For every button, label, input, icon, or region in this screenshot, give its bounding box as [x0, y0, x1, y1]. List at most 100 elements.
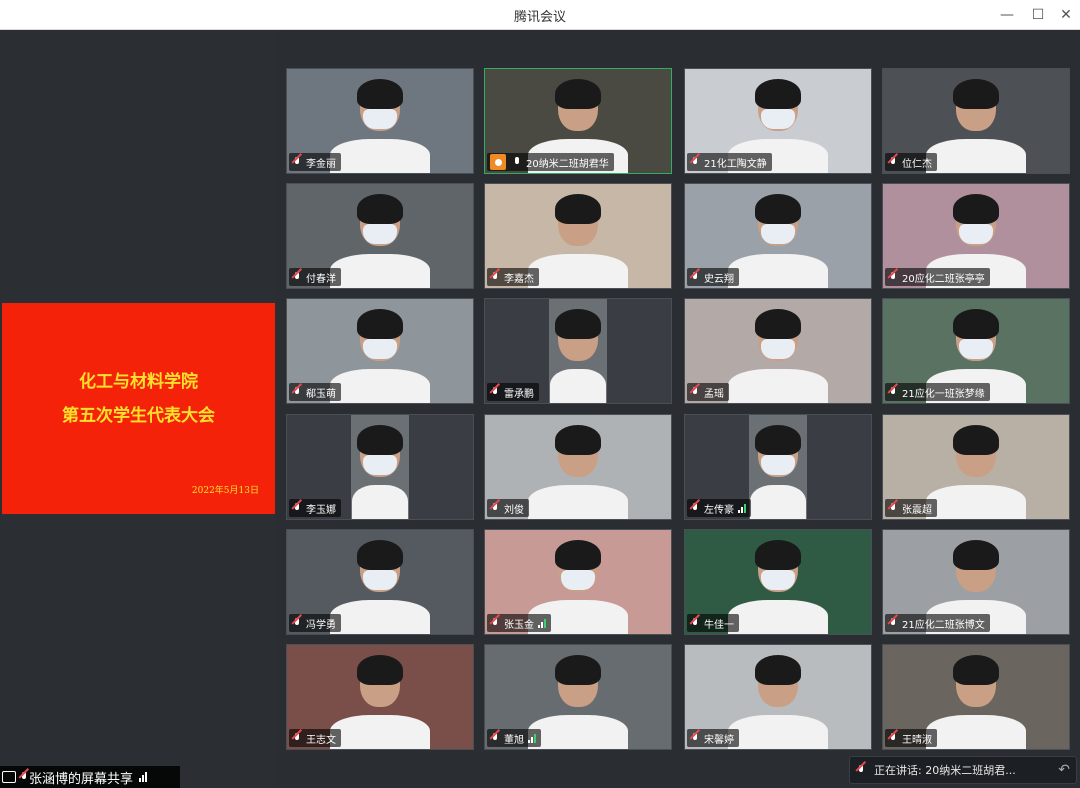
participant-video-tile[interactable]: 张震超: [882, 414, 1070, 520]
participant-body: [926, 485, 1026, 519]
participant-video-tile[interactable]: 21化工陶文静: [684, 68, 872, 174]
speaking-indicator[interactable]: 正在讲话: 20纳米二班胡君... ↶: [849, 756, 1077, 784]
participant-video-tile[interactable]: 史云翔: [684, 183, 872, 289]
participant-video-tile[interactable]: 刘俊: [484, 414, 672, 520]
participant-name: 李金丽: [306, 158, 336, 170]
mic-muted-icon: [690, 156, 700, 168]
participant-name: 20纳米二班胡君华: [526, 158, 609, 170]
participant-video-tile[interactable]: 牛佳一: [684, 529, 872, 635]
mic-muted-icon: [490, 386, 500, 398]
participant-name-label: 王晴淑: [885, 729, 937, 747]
face-mask: [363, 570, 397, 590]
participant-name-label: 左传豪: [687, 499, 751, 517]
maximize-button[interactable]: ☐: [1027, 4, 1049, 26]
participant-name: 宋馨婷: [704, 734, 734, 746]
participant-body: [728, 715, 828, 749]
face-mask: [363, 109, 397, 129]
participant-hair: [357, 194, 403, 224]
participant-body: [728, 254, 828, 288]
participant-name: 雷承鹏: [504, 388, 534, 400]
participant-hair: [953, 425, 999, 455]
participant-video-tile[interactable]: 宋馨婷: [684, 644, 872, 750]
participant-video-tile[interactable]: 王晴淑: [882, 644, 1070, 750]
participant-name-label: 郗玉萌: [289, 383, 341, 401]
mic-muted-icon: [888, 156, 898, 168]
participant-body: [330, 139, 430, 173]
participant-video-tile[interactable]: 张玉金: [484, 529, 672, 635]
participant-video-tile[interactable]: 20应化二班张亭亭: [882, 183, 1070, 289]
mic-muted-icon: [292, 732, 302, 744]
participant-hair: [755, 425, 801, 455]
face-mask: [363, 224, 397, 244]
participant-video-tile[interactable]: 王志文: [286, 644, 474, 750]
participant-video-tile[interactable]: 20纳米二班胡君华: [484, 68, 672, 174]
mic-muted-icon: [888, 732, 898, 744]
screen-share-label[interactable]: 张涵博的屏幕共享: [0, 766, 180, 788]
mic-muted-icon: [490, 271, 500, 283]
participant-name: 董旭: [504, 734, 524, 746]
participant-video-tile[interactable]: 冯学勇: [286, 529, 474, 635]
participant-hair: [555, 309, 601, 339]
participant-body: [330, 715, 430, 749]
speaking-text: 正在讲话: 20纳米二班胡君...: [874, 764, 1016, 777]
face-mask: [761, 224, 795, 244]
participant-name: 刘俊: [504, 504, 524, 516]
participant-name-label: 史云翔: [687, 268, 739, 286]
participant-video-tile[interactable]: 李金丽: [286, 68, 474, 174]
participant-hair: [555, 79, 601, 109]
participant-video-tile[interactable]: 李玉娜: [286, 414, 474, 520]
participant-name-label: 牛佳一: [687, 614, 739, 632]
audio-level-icon: [538, 618, 546, 628]
slide-title-line-2: 第五次学生代表大会: [62, 406, 215, 426]
participant-name: 左传豪: [704, 504, 734, 516]
participant-body: [926, 139, 1026, 173]
participant-hair: [953, 79, 999, 109]
mic-muted-icon: [690, 502, 700, 514]
participant-body: [728, 369, 828, 403]
participant-video-tile[interactable]: 21应化二班张博文: [882, 529, 1070, 635]
participant-video-tile[interactable]: 董旭: [484, 644, 672, 750]
mic-muted-icon: [888, 502, 898, 514]
participant-name: 王晴淑: [902, 734, 932, 746]
minimize-button[interactable]: —: [996, 4, 1018, 26]
participant-name: 史云翔: [704, 273, 734, 285]
undo-arrow-icon[interactable]: ↶: [1058, 762, 1070, 778]
participant-video-tile[interactable]: 左传豪: [684, 414, 872, 520]
participant-name-label: 李嘉杰: [487, 268, 539, 286]
participant-video-tile[interactable]: 郗玉萌: [286, 298, 474, 404]
close-button[interactable]: ✕: [1055, 4, 1077, 26]
participant-name-label: 21应化二班张博文: [885, 614, 990, 632]
participant-name-label: 张玉金: [487, 614, 551, 632]
participant-body: [550, 369, 606, 403]
host-icon: [490, 154, 506, 170]
participant-body: [528, 485, 628, 519]
participant-video-tile[interactable]: 李嘉杰: [484, 183, 672, 289]
participant-name-label: 付春洋: [289, 268, 341, 286]
participant-name: 21应化二班张博文: [902, 619, 985, 631]
participant-hair: [357, 540, 403, 570]
participant-video-tile[interactable]: 21应化一班张梦缘: [882, 298, 1070, 404]
mic-muted-icon: [490, 732, 500, 744]
participant-video-tile[interactable]: 孟瑶: [684, 298, 872, 404]
face-mask: [761, 109, 795, 129]
face-mask: [959, 339, 993, 359]
mic-muted-icon: [888, 617, 898, 629]
face-mask: [363, 339, 397, 359]
slide-title-line-1: 化工与材料学院: [79, 372, 198, 392]
participant-video-tile[interactable]: 雷承鹏: [484, 298, 672, 404]
participant-hair: [953, 655, 999, 685]
video-grid: 李金丽 20纳米二班胡君华 21化工陶文静 位仁杰付春洋 李嘉杰 史云翔 20应化二班张亭亭…: [277, 30, 1080, 788]
participant-name-label: 李金丽: [289, 153, 341, 171]
participant-hair: [555, 194, 601, 224]
mic-muted-icon: [292, 386, 302, 398]
participant-video-tile[interactable]: 位仁杰: [882, 68, 1070, 174]
participant-hair: [555, 655, 601, 685]
participant-name-label: 王志文: [289, 729, 341, 747]
mic-muted-icon: [490, 617, 500, 629]
screen-share-icon: [2, 771, 16, 783]
participant-video-tile[interactable]: 付春洋: [286, 183, 474, 289]
participant-hair: [755, 309, 801, 339]
mic-muted-icon: [690, 386, 700, 398]
slide-date: 2022年5月13日: [191, 486, 259, 496]
participant-name-label: 雷承鹏: [487, 383, 539, 401]
